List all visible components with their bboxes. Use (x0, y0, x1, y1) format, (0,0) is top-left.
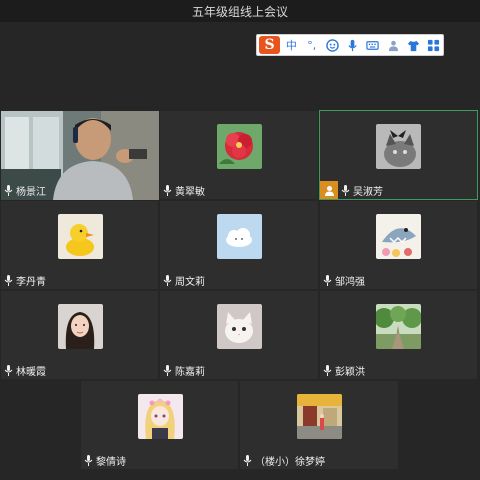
name-tag: 吴淑芳 (320, 181, 387, 199)
microphone-icon[interactable] (323, 364, 332, 376)
grid-icon[interactable] (425, 36, 443, 54)
anime-girl-avatar (138, 394, 183, 439)
participant-name: 杨景江 (16, 186, 46, 198)
window-title-bar: 五年级组线上会议 (0, 0, 480, 22)
ime-toolbar[interactable]: S 中 °, (256, 34, 444, 56)
emoji-icon[interactable] (323, 36, 341, 54)
girl-portrait-avatar (58, 304, 103, 349)
keyboard-icon[interactable] (364, 36, 382, 54)
blue-cloud-avatar (217, 214, 262, 259)
red-flower-avatar (217, 124, 262, 169)
microphone-icon[interactable] (323, 274, 332, 286)
name-tag: 黎倩诗 (81, 451, 130, 469)
sogou-logo-icon[interactable]: S (259, 36, 281, 54)
name-tag: 邹鸿强 (320, 271, 369, 289)
participant-tile[interactable]: 彭颖洪 (319, 290, 478, 380)
participant-name: 陈嘉莉 (175, 366, 205, 378)
microphone-icon[interactable] (163, 274, 172, 286)
participant-name: 黄翠敏 (175, 186, 205, 198)
name-tag: 彭颖洪 (320, 361, 369, 379)
white-cat-avatar (217, 304, 262, 349)
participant-tile[interactable]: 李丹青 (0, 200, 159, 290)
participant-tile[interactable]: （楼小）徐梦婷 (239, 380, 399, 470)
participant-name: 李丹青 (16, 276, 46, 288)
name-tag: 林暖霞 (1, 361, 50, 379)
microphone-icon[interactable] (4, 184, 13, 196)
microphone-icon[interactable] (4, 364, 13, 376)
participant-tile[interactable]: 黄翠敏 (159, 110, 319, 200)
microphone-icon[interactable] (163, 364, 172, 376)
name-tag: 黄翠敏 (160, 181, 209, 199)
microphone-icon[interactable] (343, 36, 361, 54)
participant-tile[interactable]: 黎倩诗 (80, 380, 239, 470)
name-tag: 杨景江 (1, 181, 50, 199)
participant-name: 彭颖洪 (335, 366, 365, 378)
participant-name: 林暖霞 (16, 366, 46, 378)
window-title: 五年级组线上会议 (191, 4, 288, 19)
green-trees-avatar (376, 304, 421, 349)
skin-icon[interactable] (404, 36, 422, 54)
microphone-icon[interactable] (84, 454, 93, 466)
microphone-icon[interactable] (341, 184, 350, 196)
participant-name: 黎倩诗 (96, 456, 126, 468)
participant-name: 周文莉 (175, 276, 205, 288)
gray-cat-avatar (376, 124, 421, 169)
name-tag: 陈嘉莉 (160, 361, 209, 379)
participant-tile-active[interactable]: 吴淑芳 (319, 110, 478, 200)
participant-tile[interactable]: 杨景江 (0, 110, 159, 200)
participant-tile[interactable]: 邹鸿强 (319, 200, 478, 290)
participant-tile[interactable]: 周文莉 (159, 200, 319, 290)
participant-name: 邹鸿强 (335, 276, 365, 288)
microphone-icon[interactable] (243, 454, 252, 466)
yellow-duck-avatar (58, 214, 103, 259)
chinese-mode-icon[interactable]: 中 (282, 36, 300, 54)
participant-name: 吴淑芳 (353, 186, 383, 198)
host-badge-icon (320, 181, 338, 199)
microphone-icon[interactable] (4, 274, 13, 286)
name-tag: （楼小）徐梦婷 (240, 451, 329, 469)
name-tag: 周文莉 (160, 271, 209, 289)
participant-tile[interactable]: 陈嘉莉 (159, 290, 319, 380)
name-tag: 李丹青 (1, 271, 50, 289)
street-photo-avatar (297, 394, 342, 439)
user-icon[interactable] (384, 36, 402, 54)
microphone-icon[interactable] (163, 184, 172, 196)
cartoon-shark-avatar (376, 214, 421, 259)
participant-name: （楼小）徐梦婷 (255, 456, 325, 468)
participant-tile[interactable]: 林暖霞 (0, 290, 159, 380)
punctuation-icon[interactable]: °, (303, 36, 321, 54)
